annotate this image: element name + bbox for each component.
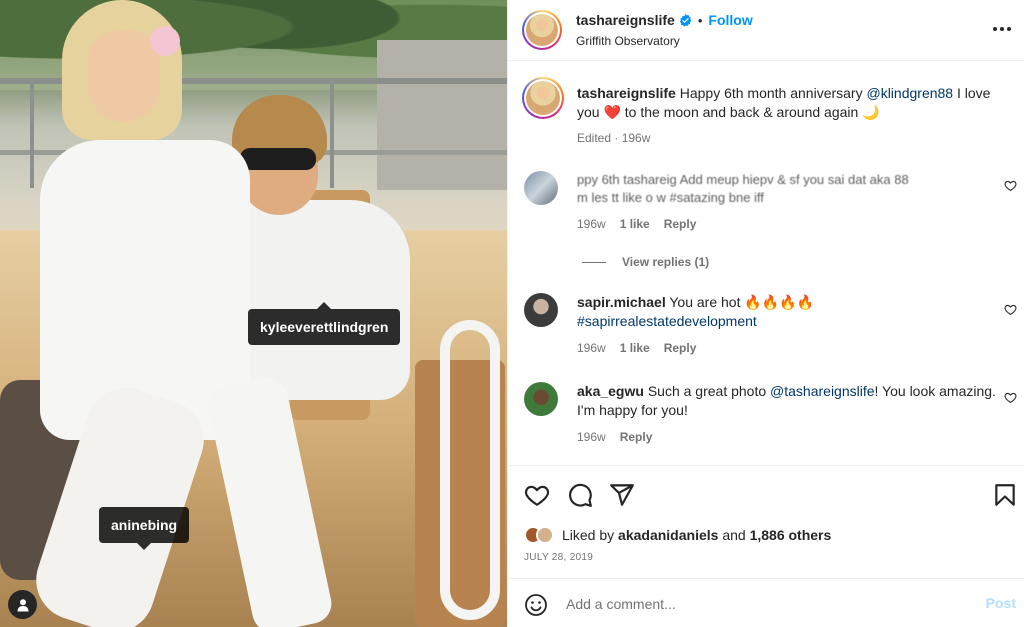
author-avatar[interactable] <box>522 10 562 50</box>
moon-emoji: 🌙 <box>862 104 880 120</box>
caption-meta: Edited · 196w <box>577 131 650 145</box>
caption-text: tashareignslife Happy 6th month annivers… <box>577 84 997 122</box>
likes-text: Liked by akadanidaniels and 1,886 others <box>562 527 831 543</box>
obscured-line-1: ppy 6th tashareig Add meup hiepv & sf yo… <box>577 172 909 187</box>
photo-white-chair <box>440 320 500 620</box>
comment-text: sapir.michael You are hot 🔥🔥🔥🔥 #sapirrea… <box>577 293 997 331</box>
comment-username[interactable]: sapir.michael <box>577 294 666 310</box>
comment-like-icon[interactable] <box>1004 303 1017 316</box>
comment-meta: 196w 1 like Reply <box>577 217 696 231</box>
comment-likes[interactable]: 1 like <box>620 217 650 231</box>
heart-emoji: ❤️ <box>603 104 621 120</box>
likes-prefix: Liked by <box>562 527 619 543</box>
photo-railing-post <box>330 78 334 188</box>
verified-badge-icon <box>679 13 692 27</box>
share-icon[interactable] <box>609 482 635 508</box>
post-details-panel: tashareignslife • Follow Griffith Observ… <box>507 0 1024 627</box>
post-comment-button[interactable]: Post <box>986 595 1016 611</box>
caption-body-start: Happy 6th month anniversary <box>679 85 867 101</box>
photo-woman-face <box>88 30 160 122</box>
photo-sunglasses <box>240 148 316 170</box>
post-photo[interactable]: kyleeverettlindgren aninebing <box>0 0 507 627</box>
emoji-smiley-icon[interactable] <box>524 593 548 617</box>
commenter-avatar[interactable] <box>524 171 558 205</box>
post-date[interactable]: JULY 28, 2019 <box>524 552 593 563</box>
comment-reply-button[interactable]: Reply <box>664 217 697 231</box>
liker-username[interactable]: akadanidaniels <box>618 527 718 543</box>
post-header: tashareignslife • Follow Griffith Observ… <box>508 0 1024 61</box>
user-icon <box>17 598 28 611</box>
bookmark-icon[interactable] <box>992 482 1018 508</box>
fire-emoji: 🔥🔥🔥🔥 <box>744 294 815 310</box>
user-tag-kyleeverettlindgren[interactable]: kyleeverettlindgren <box>248 302 401 345</box>
comment-username[interactable]: aka_egwu <box>577 383 644 399</box>
post-actions: Liked by akadanidaniels and 1,886 others… <box>508 465 1024 627</box>
comment-reply-button[interactable]: Reply <box>664 341 697 355</box>
tagged-users-button[interactable] <box>8 590 37 619</box>
comment-like-icon[interactable] <box>1004 391 1017 404</box>
author-username[interactable]: tashareignslife <box>576 12 675 28</box>
comment-reply-button[interactable]: Reply <box>620 430 653 444</box>
header-separator: • <box>697 12 703 28</box>
comment-time: 196w <box>577 430 606 444</box>
caption-edited-time: Edited · 196w <box>577 131 651 145</box>
comment-meta: 196w Reply <box>577 430 652 444</box>
comment-text-obscured: ppy 6th tashareig Add meup hiepv & sf yo… <box>577 168 987 208</box>
view-replies-button[interactable]: View replies (1) <box>582 255 709 269</box>
commenter-avatar[interactable] <box>524 293 558 327</box>
likes-others[interactable]: 1,886 others <box>750 527 832 543</box>
comment-icon[interactable] <box>567 482 593 508</box>
user-tag-aninebing[interactable]: aninebing <box>99 507 190 550</box>
liker-avatar <box>536 526 554 544</box>
comment-text: aka_egwu Such a great photo @tashareigns… <box>577 382 997 420</box>
post-location[interactable]: Griffith Observatory <box>576 34 680 48</box>
comment-body: You are hot <box>669 294 745 310</box>
comment-hashtag[interactable]: #sapirrealestatedevelopment <box>577 313 757 329</box>
more-options-icon[interactable] <box>993 20 1011 38</box>
photo-hair-flower <box>150 26 180 56</box>
comment-likes[interactable]: 1 like <box>620 341 650 355</box>
caption-username[interactable]: tashareignslife <box>577 85 676 101</box>
comment-input[interactable] <box>566 593 956 615</box>
likes-summary: Liked by akadanidaniels and 1,886 others <box>524 526 831 544</box>
follow-button[interactable]: Follow <box>708 12 752 28</box>
photo-background-building <box>377 40 507 190</box>
comment-time: 196w <box>577 341 606 355</box>
photo-railing-post <box>30 78 34 188</box>
view-replies-label: View replies (1) <box>622 255 710 269</box>
commenter-avatar[interactable] <box>524 382 558 416</box>
comment-body-start: Such a great photo <box>647 383 771 399</box>
heart-icon[interactable] <box>524 482 550 508</box>
add-comment-bar: Post <box>508 578 1024 627</box>
caption-body-end: to the moon and back & around again <box>620 104 863 120</box>
comments-list[interactable]: tashareignslife Happy 6th month annivers… <box>508 61 1024 465</box>
comment-mention[interactable]: @tashareignslife <box>770 383 875 399</box>
comment-time: 196w <box>577 217 606 231</box>
comment-like-icon[interactable] <box>1004 179 1017 192</box>
caption-mention[interactable]: @klindgren88 <box>866 85 953 101</box>
comment-meta: 196w 1 like Reply <box>577 341 696 355</box>
caption-author-avatar[interactable] <box>522 77 564 119</box>
likes-middle: and <box>718 527 750 543</box>
obscured-line-2: m les tt like o w #satazing bne iff <box>577 190 764 205</box>
